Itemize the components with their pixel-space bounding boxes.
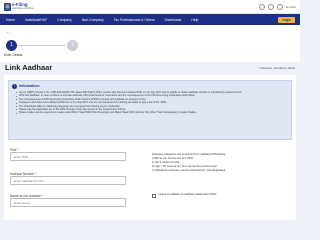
name-input[interactable]	[10, 198, 126, 207]
step-connector	[18, 45, 66, 46]
step-1-label: Enter Details	[4, 53, 23, 57]
logo-subtitle: Anywhere Anytime	[12, 7, 34, 10]
exemption-note: Following categories are exempted from A…	[152, 153, 292, 173]
emblem-icon	[4, 3, 11, 11]
login-button[interactable]: Login	[278, 16, 295, 23]
nav-item-home[interactable]: Home	[6, 18, 15, 22]
language-selector[interactable]: English	[286, 5, 296, 9]
nav-item-non-company[interactable]: Non-Company	[82, 18, 104, 22]
info-list: As per CBDT circular F. No. 370142/14/20…	[16, 91, 290, 115]
header-tools: English	[259, 3, 296, 11]
language-icon[interactable]	[277, 4, 284, 10]
step-2-indicator: 2	[67, 40, 78, 51]
nav-item-company[interactable]: Company	[57, 18, 72, 22]
information-panel: i Information: As per CBDT circular F. N…	[8, 80, 292, 140]
site-header: e-Filing Anywhere Anytime English	[0, 0, 300, 14]
efiling-logo[interactable]: e-Filing Anywhere Anytime	[4, 2, 33, 12]
nav-item-help[interactable]: Help	[191, 18, 198, 22]
stepper: ← 1 2 Enter Details	[0, 25, 300, 62]
mandatory-note: * Indicates mandatory fields	[258, 66, 295, 70]
call-icon[interactable]	[259, 4, 266, 10]
page-title: Link Aadhaar	[5, 63, 53, 72]
nav-item-individual[interactable]: Individual/HUF	[25, 18, 47, 22]
accessibility-icon[interactable]	[268, 4, 275, 10]
step-1-indicator: 1	[6, 40, 17, 51]
agree-checkbox-label: I agree to validate my Aadhaar details w…	[158, 193, 217, 196]
form-card: i Information: As per CBDT circular F. N…	[4, 75, 296, 220]
info-line: Please make sure fee payment is made und…	[16, 111, 290, 114]
back-arrow-icon[interactable]: ←	[6, 29, 11, 35]
nav-item-downloads[interactable]: Downloads	[165, 18, 182, 22]
main-nav: Home Individual/HUF Company Non-Company …	[0, 14, 300, 25]
agree-checkbox[interactable]	[152, 194, 156, 198]
info-title: Information:	[19, 84, 40, 88]
info-icon: i	[12, 84, 17, 89]
note-line: iv) Residents of Assam, Jammu and Kashmi…	[152, 169, 226, 173]
aadhaar-input[interactable]	[10, 176, 126, 185]
nav-item-tax-professionals[interactable]: Tax Professionals & Others	[114, 18, 155, 22]
pan-input[interactable]	[10, 152, 126, 161]
